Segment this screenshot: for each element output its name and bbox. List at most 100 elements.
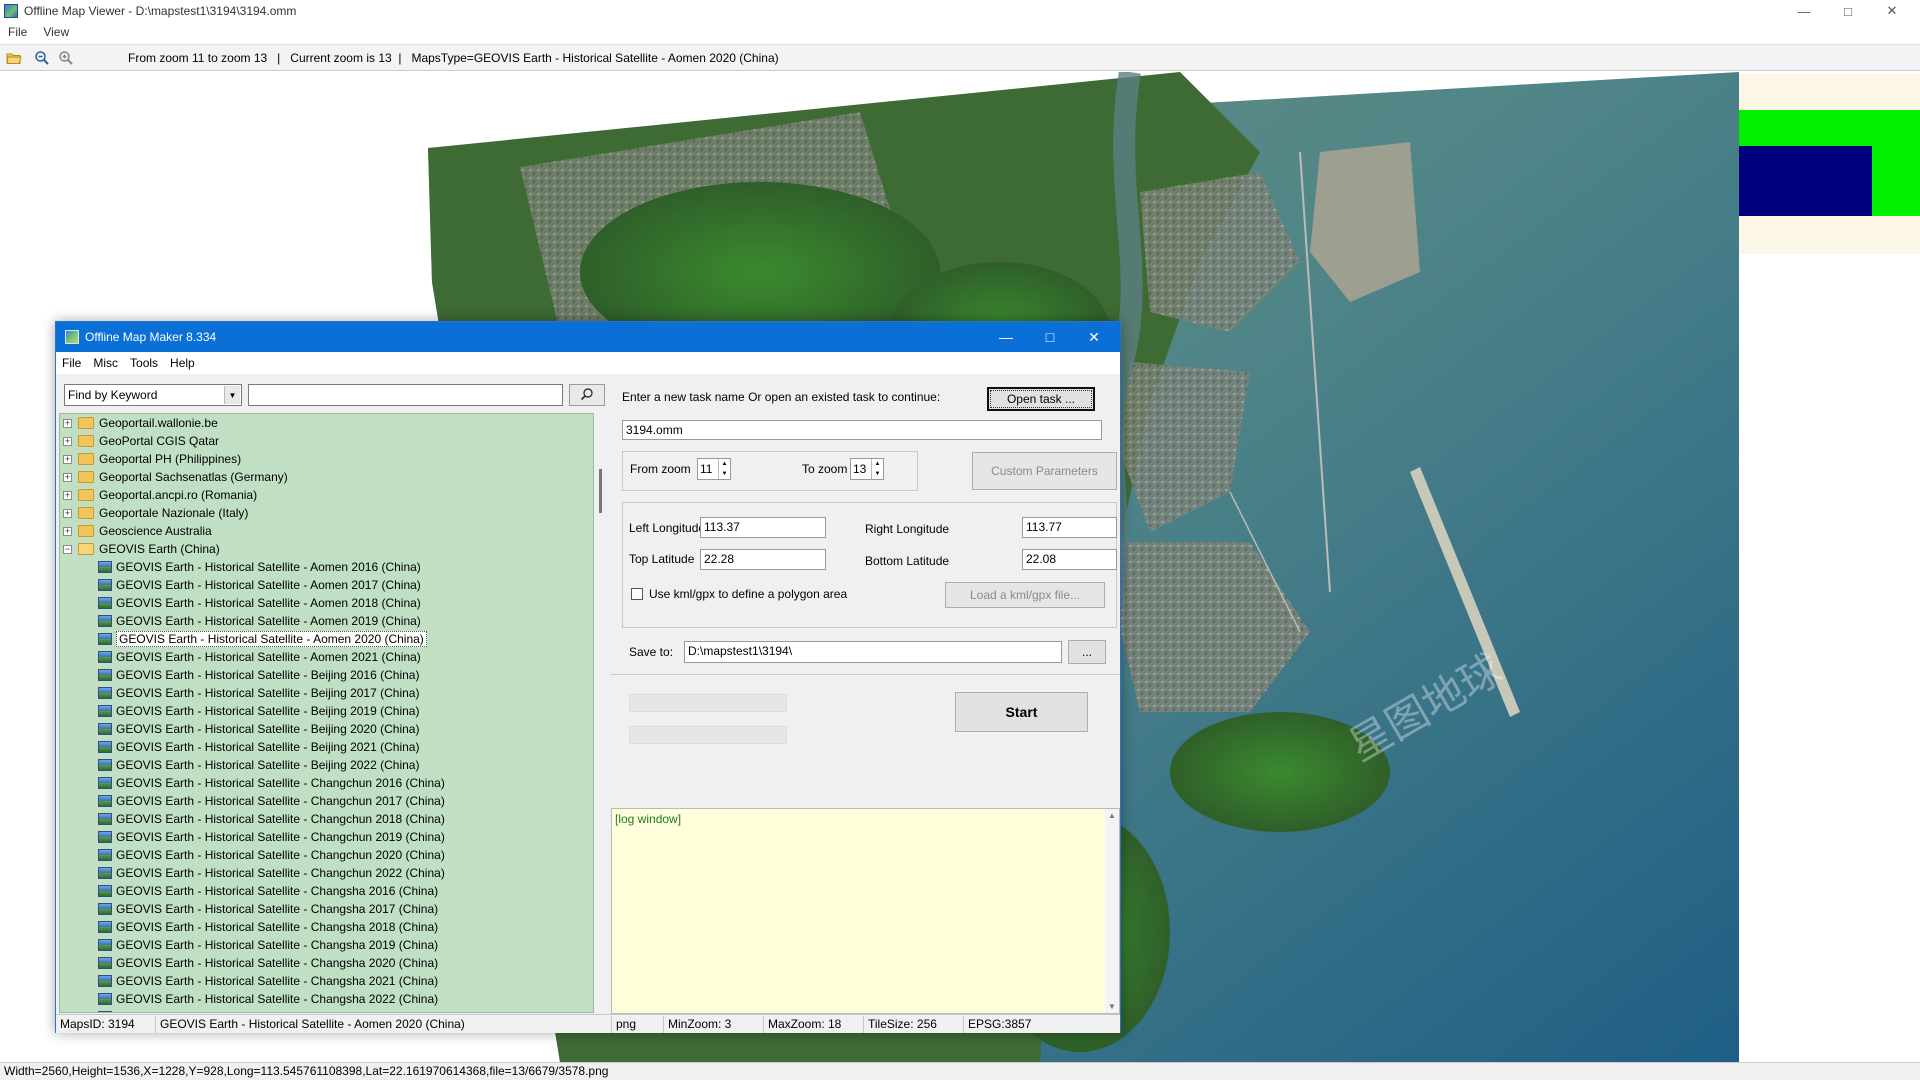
tree-map-item[interactable]: GEOVIS Earth - Historical Satellite - Ch… <box>60 846 593 864</box>
tree-map-item[interactable]: GEOVIS Earth - Historical Satellite - Be… <box>60 702 593 720</box>
tree-folder-label: Geoportal Sachsenatlas (Germany) <box>99 470 288 484</box>
keyword-search-input[interactable] <box>248 384 563 406</box>
tree-scrollbar[interactable] <box>599 469 604 1009</box>
viewer-toolbar: From zoom 11 to zoom 13 | Current zoom i… <box>0 44 1920 71</box>
bottom-latitude-input[interactable]: 22.08 <box>1022 549 1117 570</box>
tree-map-item[interactable]: GEOVIS Earth - Historical Satellite - Ch… <box>60 774 593 792</box>
map-tile-icon <box>98 561 112 573</box>
save-path-input[interactable]: D:\mapstest1\3194\ <box>684 641 1062 663</box>
right-longitude-input[interactable]: 113.77 <box>1022 517 1117 538</box>
use-kml-label: Use kml/gpx to define a polygon area <box>649 587 848 601</box>
expand-icon[interactable]: + <box>63 418 72 428</box>
from-zoom-spinner[interactable]: 11 ▲ ▼ <box>697 458 731 480</box>
tree-map-item[interactable]: GEOVIS Earth - Historical Satellite - Ch… <box>60 954 593 972</box>
tree-map-item[interactable]: GEOVIS Earth - Historical Satellite - Ch… <box>60 936 593 954</box>
top-latitude-input[interactable]: 22.28 <box>700 549 826 570</box>
folder-open-icon <box>78 543 94 555</box>
log-scrollbar[interactable]: ▲ ▼ <box>1105 809 1119 1013</box>
expand-icon[interactable]: + <box>63 526 72 536</box>
map-tile-icon <box>98 921 112 933</box>
tree-map-item[interactable]: GEOVIS Earth - Historical Satellite - Ch… <box>60 990 593 1008</box>
chevron-down-icon[interactable]: ▼ <box>224 386 240 404</box>
browse-button[interactable]: ... <box>1068 640 1106 664</box>
scroll-up-icon[interactable]: ▲ <box>1108 811 1116 820</box>
tree-map-item-label: GEOVIS Earth - Historical Satellite - Ao… <box>116 650 421 664</box>
tree-folder[interactable]: + Geoportal PH (Philippines) <box>60 450 593 468</box>
tree-map-item[interactable]: GEOVIS Earth - Historical Satellite - Ch… <box>60 864 593 882</box>
expand-icon[interactable]: + <box>63 454 72 464</box>
log-window[interactable]: [log window] ▲ ▼ <box>611 808 1120 1014</box>
menu-view[interactable]: View <box>35 25 77 39</box>
zoom-out-icon[interactable] <box>32 48 52 68</box>
tree-folder[interactable]: − GEOVIS Earth (China) <box>60 540 593 558</box>
expand-icon[interactable]: + <box>63 436 72 446</box>
tree-map-item[interactable]: GEOVIS Earth - Historical Satellite - Ao… <box>60 648 593 666</box>
open-folder-icon[interactable] <box>4 48 24 68</box>
expand-icon[interactable]: + <box>63 490 72 500</box>
tree-map-item[interactable]: GEOVIS Earth - Historical Satellite - Ch… <box>60 810 593 828</box>
map-source-tree[interactable]: + Geoportail.wallonie.be + GeoPortal CGIS Q… <box>59 413 594 1013</box>
tree-map-item-label: GEOVIS Earth - Historical Satellite - Ch… <box>116 884 439 898</box>
tree-folder[interactable]: + Geoportal Sachsenatlas (Germany) <box>60 468 593 486</box>
tree-map-item[interactable]: GEOVIS Earth - Historical Satellite - Ao… <box>60 558 593 576</box>
overview-inset[interactable] <box>1739 74 1920 254</box>
task-name-input[interactable]: 3194.omm <box>622 420 1102 440</box>
to-zoom-spinner[interactable]: 13 ▲ ▼ <box>850 458 884 480</box>
search-button[interactable] <box>569 384 605 406</box>
tree-map-item[interactable]: GEOVIS Earth - Historical Satellite - Ch… <box>60 882 593 900</box>
dialog-maximize-button[interactable]: □ <box>1028 322 1072 352</box>
tree-map-item[interactable]: GEOVIS Earth - Historical Satellite - Ch… <box>60 918 593 936</box>
tree-map-item[interactable]: GEOVIS Earth - Historical Satellite - Ch… <box>60 828 593 846</box>
scroll-down-icon[interactable]: ▼ <box>1108 1002 1116 1011</box>
left-longitude-input[interactable]: 113.37 <box>700 517 826 538</box>
tree-map-item[interactable]: GEOVIS Earth - Historical Satellite - Ch… <box>60 792 593 810</box>
dialog-minimize-button[interactable]: — <box>984 322 1028 352</box>
minimize-button[interactable]: — <box>1782 0 1826 22</box>
tree-map-item[interactable]: GEOVIS Earth - Historical Satellite - Be… <box>60 684 593 702</box>
folder-icon <box>78 453 94 465</box>
maximize-button[interactable]: □ <box>1826 0 1870 22</box>
tree-map-item[interactable]: GEOVIS Earth - Historical Satellite - Ch… <box>60 1008 593 1012</box>
tree-folder[interactable]: + GeoPortal CGIS Qatar <box>60 432 593 450</box>
start-button[interactable]: Start <box>955 692 1088 732</box>
dlg-menu-file[interactable]: File <box>56 356 87 370</box>
collapse-icon[interactable]: − <box>63 544 72 554</box>
spin-arrows-icon[interactable]: ▲ ▼ <box>871 459 883 479</box>
tree-map-item[interactable]: GEOVIS Earth - Historical Satellite - Ao… <box>60 594 593 612</box>
map-tile-icon <box>98 741 112 753</box>
tree-map-item[interactable]: GEOVIS Earth - Historical Satellite - Ao… <box>60 612 593 630</box>
tree-folder[interactable]: + Geoportail.wallonie.be <box>60 414 593 432</box>
tree-folder[interactable]: + Geoportal.ancpi.ro (Romania) <box>60 486 593 504</box>
use-kml-checkbox[interactable] <box>631 588 643 600</box>
tree-map-item[interactable]: GEOVIS Earth - Historical Satellite - Ao… <box>60 576 593 594</box>
dialog-close-button[interactable]: ✕ <box>1072 322 1116 352</box>
open-task-button[interactable]: Open task ... <box>987 387 1095 411</box>
dlg-menu-tools[interactable]: Tools <box>124 356 164 370</box>
tree-map-item-label: GEOVIS Earth - Historical Satellite - Ao… <box>116 578 421 592</box>
tree-map-item[interactable]: GEOVIS Earth - Historical Satellite - Be… <box>60 720 593 738</box>
log-text: [log window] <box>615 812 682 826</box>
expand-icon[interactable]: + <box>63 472 72 482</box>
tree-map-item[interactable]: GEOVIS Earth - Historical Satellite - Ao… <box>60 630 593 648</box>
tree-map-item[interactable]: GEOVIS Earth - Historical Satellite - Ch… <box>60 900 593 918</box>
menu-file[interactable]: File <box>0 25 35 39</box>
custom-parameters-button[interactable]: Custom Parameters <box>972 452 1117 490</box>
tree-folder[interactable]: + Geoportale Nazionale (Italy) <box>60 504 593 522</box>
map-source-pane: Find by Keyword ▼ + Geoportail.wallonie.b… <box>56 374 607 1014</box>
load-kml-button[interactable]: Load a kml/gpx file... <box>945 582 1105 608</box>
tree-scrollbar-thumb[interactable] <box>599 469 602 513</box>
tree-map-item[interactable]: GEOVIS Earth - Historical Satellite - Ch… <box>60 972 593 990</box>
find-mode-select[interactable]: Find by Keyword ▼ <box>64 384 242 406</box>
dlg-menu-misc[interactable]: Misc <box>87 356 124 370</box>
spin-arrows-icon[interactable]: ▲ ▼ <box>718 459 730 479</box>
tree-map-item[interactable]: GEOVIS Earth - Historical Satellite - Be… <box>60 666 593 684</box>
zoom-in-icon[interactable] <box>56 48 76 68</box>
expand-icon[interactable]: + <box>63 508 72 518</box>
tree-map-item-label: GEOVIS Earth - Historical Satellite - Be… <box>116 722 420 736</box>
tree-folder[interactable]: + Geoscience Australia <box>60 522 593 540</box>
close-button[interactable]: ✕ <box>1870 0 1914 22</box>
tree-map-item[interactable]: GEOVIS Earth - Historical Satellite - Be… <box>60 756 593 774</box>
dlg-menu-help[interactable]: Help <box>164 356 201 370</box>
tree-map-item-label: GEOVIS Earth - Historical Satellite - Be… <box>116 758 420 772</box>
tree-map-item[interactable]: GEOVIS Earth - Historical Satellite - Be… <box>60 738 593 756</box>
